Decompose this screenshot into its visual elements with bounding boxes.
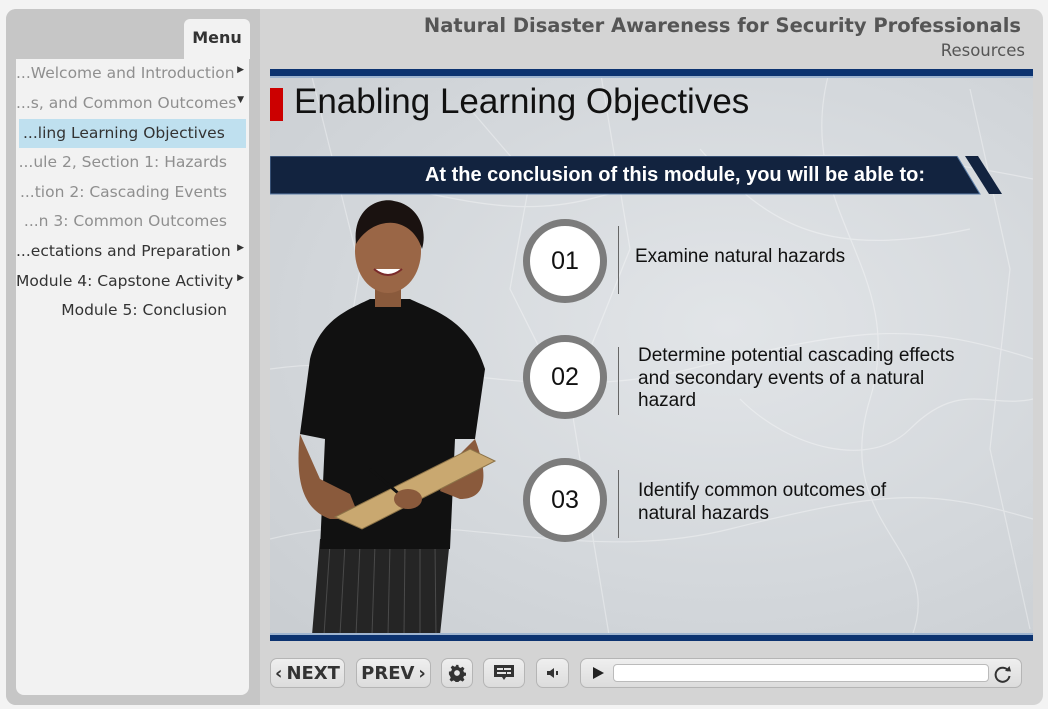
chevron-left-icon: ‹ [275, 662, 283, 684]
slide-title: Enabling Learning Objectives [294, 82, 750, 121]
sidebar-item[interactable]: ...ling Learning Objectives [19, 119, 246, 148]
sidebar-item-label: ...Welcome and Introduction [16, 64, 235, 82]
replay-icon[interactable] [992, 663, 1014, 685]
sidebar-item[interactable]: Module 5: Conclusion [16, 296, 249, 325]
objective-text: Determine potential cascading effects an… [638, 345, 955, 411]
media-player-bar [580, 658, 1022, 688]
sidebar-item[interactable]: Module 4: Capstone Activity ▶ [16, 267, 249, 296]
speaker-icon [546, 668, 558, 678]
sidebar-item[interactable]: ...ectations and Preparation ▶ [16, 237, 249, 266]
objective-number-badge: 02 [523, 335, 607, 419]
caret-right-icon[interactable]: ▶ [237, 59, 244, 81]
slide-top-bar [270, 69, 1033, 78]
objective-text: Identify common outcomes of natural haza… [638, 480, 887, 524]
play-icon[interactable] [591, 666, 605, 680]
caret-down-icon[interactable]: ▼ [237, 89, 244, 111]
sidebar-item-label: ...ling Learning Objectives [23, 124, 225, 142]
next-label: NEXT [286, 662, 340, 684]
objective-number-badge: 03 [523, 458, 607, 542]
sidebar-item-label: ...ectations and Preparation [16, 242, 231, 260]
resources-link[interactable]: Resources [941, 41, 1025, 60]
gear-icon [448, 664, 466, 682]
sidebar-item[interactable]: ...ule 2, Section 1: Hazards [16, 148, 249, 177]
divider [618, 347, 619, 415]
progress-bar[interactable] [613, 664, 989, 682]
sidebar-item-label: Module 5: Conclusion [61, 301, 227, 319]
sidebar-item[interactable]: ...s, and Common Outcomes ▼ [16, 89, 249, 118]
captions-icon [494, 665, 514, 680]
sidebar-item-label: Module 4: Capstone Activity [16, 272, 234, 290]
objective-number-badge: 01 [523, 219, 607, 303]
sidebar-item-label: ...ule 2, Section 1: Hazards [18, 153, 227, 171]
sidebar-item-label: ...tion 2: Cascading Events [19, 183, 227, 201]
banner-text: At the conclusion of this module, you wi… [424, 164, 925, 186]
sidebar-item-label: ...s, and Common Outcomes [16, 94, 237, 112]
prev-button[interactable]: PREV › [356, 658, 431, 688]
sidebar-item[interactable]: ...tion 2: Cascading Events [16, 178, 249, 207]
title-accent [270, 88, 283, 121]
volume-button[interactable] [536, 658, 569, 688]
slide-canvas: Enabling Learning Objectives At the conc… [270, 69, 1033, 641]
next-button[interactable]: ‹ NEXT [270, 658, 345, 688]
menu-tab[interactable]: Menu [184, 19, 250, 59]
sidebar-item[interactable]: ...n 3: Common Outcomes [16, 207, 249, 236]
chevron-right-icon: › [418, 662, 426, 684]
divider [618, 470, 619, 538]
settings-button[interactable] [441, 658, 473, 688]
presenter-image [298, 200, 497, 635]
course-title: Natural Disaster Awareness for Security … [423, 14, 1021, 37]
slide-bottom-bar [270, 633, 1033, 641]
captions-button[interactable] [483, 658, 525, 688]
prev-label: PREV [361, 662, 415, 684]
divider [618, 226, 619, 294]
sidebar-item-label: ...n 3: Common Outcomes [23, 212, 227, 230]
objective-text: Examine natural hazards [635, 246, 846, 267]
sidebar-item[interactable]: ...Welcome and Introduction ▶ [16, 59, 249, 88]
caret-right-icon[interactable]: ▶ [237, 267, 244, 289]
caret-right-icon[interactable]: ▶ [237, 237, 244, 259]
